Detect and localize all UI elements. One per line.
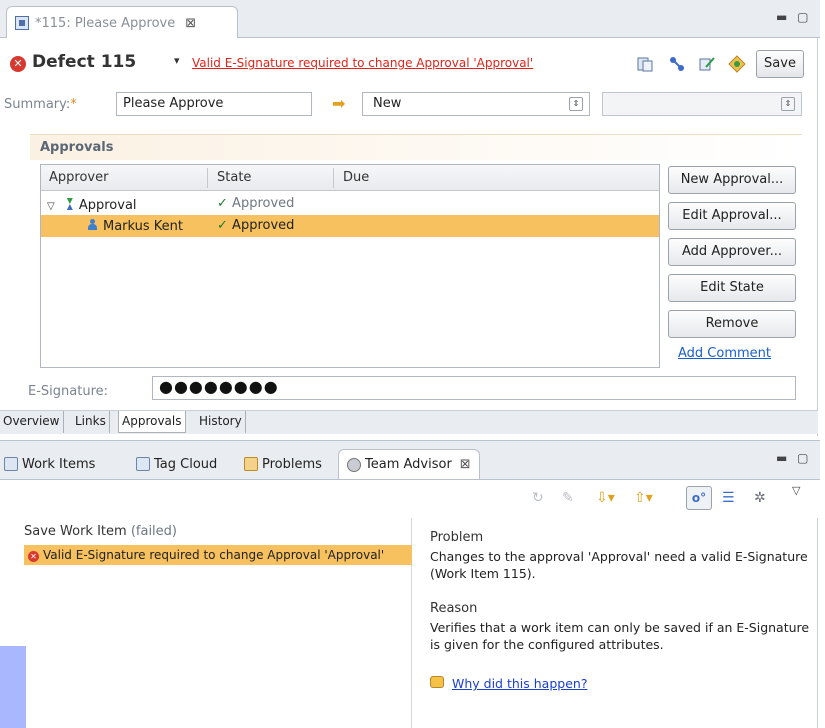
edit-state-button[interactable]: Edit State [668,274,796,302]
problem-text: Changes to the approval 'Approval' need … [430,549,808,581]
approver-cell: Markus Kent [87,218,183,234]
summary-label: Summary:* [4,97,77,112]
sidebar-block [0,646,26,728]
help-icon [430,676,444,688]
column-approver[interactable]: Approver [49,170,108,185]
plugin-icon[interactable] [728,55,746,73]
person-icon [87,219,99,231]
rerun-icon[interactable]: ↻ [532,490,544,506]
error-icon: ✕ [10,56,26,72]
team-advisor-icon [347,457,361,472]
select-arrows-icon: ⇕ [569,97,583,111]
advisor-results: Save Work Item (failed) ✕ Valid E-Signatu… [0,518,412,728]
tab-links[interactable]: Links [72,411,110,433]
add-comment-link[interactable]: Add Comment [678,346,771,361]
work-items-icon [4,457,18,471]
editor-page-tabs: Overview Links Approvals History [0,410,818,434]
table-row[interactable]: Markus Kent ✓ Approved [41,215,659,237]
edit-approval-button[interactable]: Edit Approval... [668,202,796,230]
tag-cloud-icon [136,457,150,471]
summary-input[interactable]: Please Approve [116,92,312,116]
show-details-toggle[interactable]: o° [686,486,712,510]
state-value: New [373,96,402,111]
summary-row: Summary:* Please Approve ➡ New ⇕ ⇕ [0,90,818,120]
check-icon: ✓ [217,218,228,233]
add-approver-button[interactable]: Add Approver... [668,238,796,266]
editor-tab[interactable]: *115: Please Approve ⊠ [6,6,238,39]
quick-fix-icon[interactable]: ✎ [562,490,574,506]
tab-tag-cloud[interactable]: Tag Cloud [136,449,217,479]
tab-overview[interactable]: Overview [0,411,64,433]
minimize-maximize-icons[interactable]: ▬ ▢ [776,10,812,24]
tab-work-items[interactable]: Work Items [4,449,95,479]
check-icon: ✓ [217,196,228,211]
state-cell: ✓ Approved [217,196,295,211]
section-title: Approvals [40,140,114,155]
approvals-section: Approvals Approver State Due ▽ Approval … [30,134,802,404]
next-icon[interactable]: ⇩▾ [596,490,615,506]
new-approval-button[interactable]: New Approval... [668,166,796,194]
approvals-table: Approver State Due ▽ Approval ✓ Approved… [40,164,660,368]
error-icon: ✕ [28,551,39,562]
advisor-details: Problem Changes to the approval 'Approva… [412,518,818,728]
approval-icon [65,198,75,211]
view-tab-bar: Work Items Tag Cloud Problems Team Advis… [0,440,820,480]
column-state[interactable]: State [217,170,251,185]
state-select[interactable]: New ⇕ [362,92,590,116]
column-divider [207,168,208,188]
reason-text: Verifies that a work item can only be sa… [430,620,810,652]
previous-icon[interactable]: ⇧▾ [634,490,653,506]
links-icon[interactable] [668,55,686,73]
result-item[interactable]: ✕ Valid E-Signature required to change Ap… [24,545,412,565]
history-icon[interactable] [636,55,654,73]
select-arrows-icon: ⇕ [781,97,795,111]
results-title: Save Work Item (failed) [24,524,177,539]
problems-icon [244,457,258,471]
edit-icon[interactable] [698,55,716,73]
configure-icon[interactable]: ✲ [754,490,766,506]
tab-problems[interactable]: Problems [244,449,322,479]
tree-layout-icon[interactable]: ☰ [722,490,735,506]
why-did-this-happen-link[interactable]: Why did this happen? [452,676,587,691]
view-toolbar: ↻ ✎ ⇩▾ ⇧▾ o° ☰ ✲ ▽ [0,480,818,516]
state-arrow-icon: ➡ [332,94,346,113]
editor-tab-bar: *115: Please Approve ⊠ ▬ ▢ [0,0,820,39]
column-divider [333,168,334,188]
error-link[interactable]: Valid E-Signature required to change App… [192,56,533,70]
reason-heading: Reason [430,601,478,616]
esignature-label: E-Signature: [28,384,108,399]
close-icon[interactable]: ⊠ [460,457,471,472]
tree-expand-icon[interactable]: ▽ [47,201,55,212]
section-header: Approvals [30,134,802,160]
table-row[interactable]: ▽ Approval ✓ Approved [41,193,659,215]
tab-history[interactable]: History [196,411,246,433]
editor-tab-title: *115: Please Approve [35,15,176,31]
tab-approvals[interactable]: Approvals [118,411,186,433]
close-icon[interactable]: ⊠ [185,16,196,31]
work-item-editor: ✕ Defect 115 ▾ Valid E-Signature require… [0,38,818,436]
minimize-maximize-icons[interactable]: ▬ ▢ [776,451,812,465]
view-menu-icon[interactable]: ▽ [792,484,800,497]
chevron-down-icon[interactable]: ▾ [174,54,180,67]
approver-cell: ▽ Approval [47,198,137,213]
remove-button[interactable]: Remove [668,310,796,338]
problem-heading: Problem [430,530,484,545]
work-item-icon [15,16,29,30]
resolution-select[interactable]: ⇕ [602,92,802,116]
esignature-input[interactable]: ●●●●●●●● [152,376,796,400]
work-item-title: Defect 115 [32,52,137,72]
tab-team-advisor[interactable]: Team Advisor ⊠ [338,449,480,479]
editor-header: ✕ Defect 115 ▾ Valid E-Signature require… [0,50,818,80]
table-header: Approver State Due [41,165,659,191]
save-button[interactable]: Save [756,50,804,78]
state-cell: ✓ Approved [217,218,295,233]
column-due[interactable]: Due [343,170,369,185]
